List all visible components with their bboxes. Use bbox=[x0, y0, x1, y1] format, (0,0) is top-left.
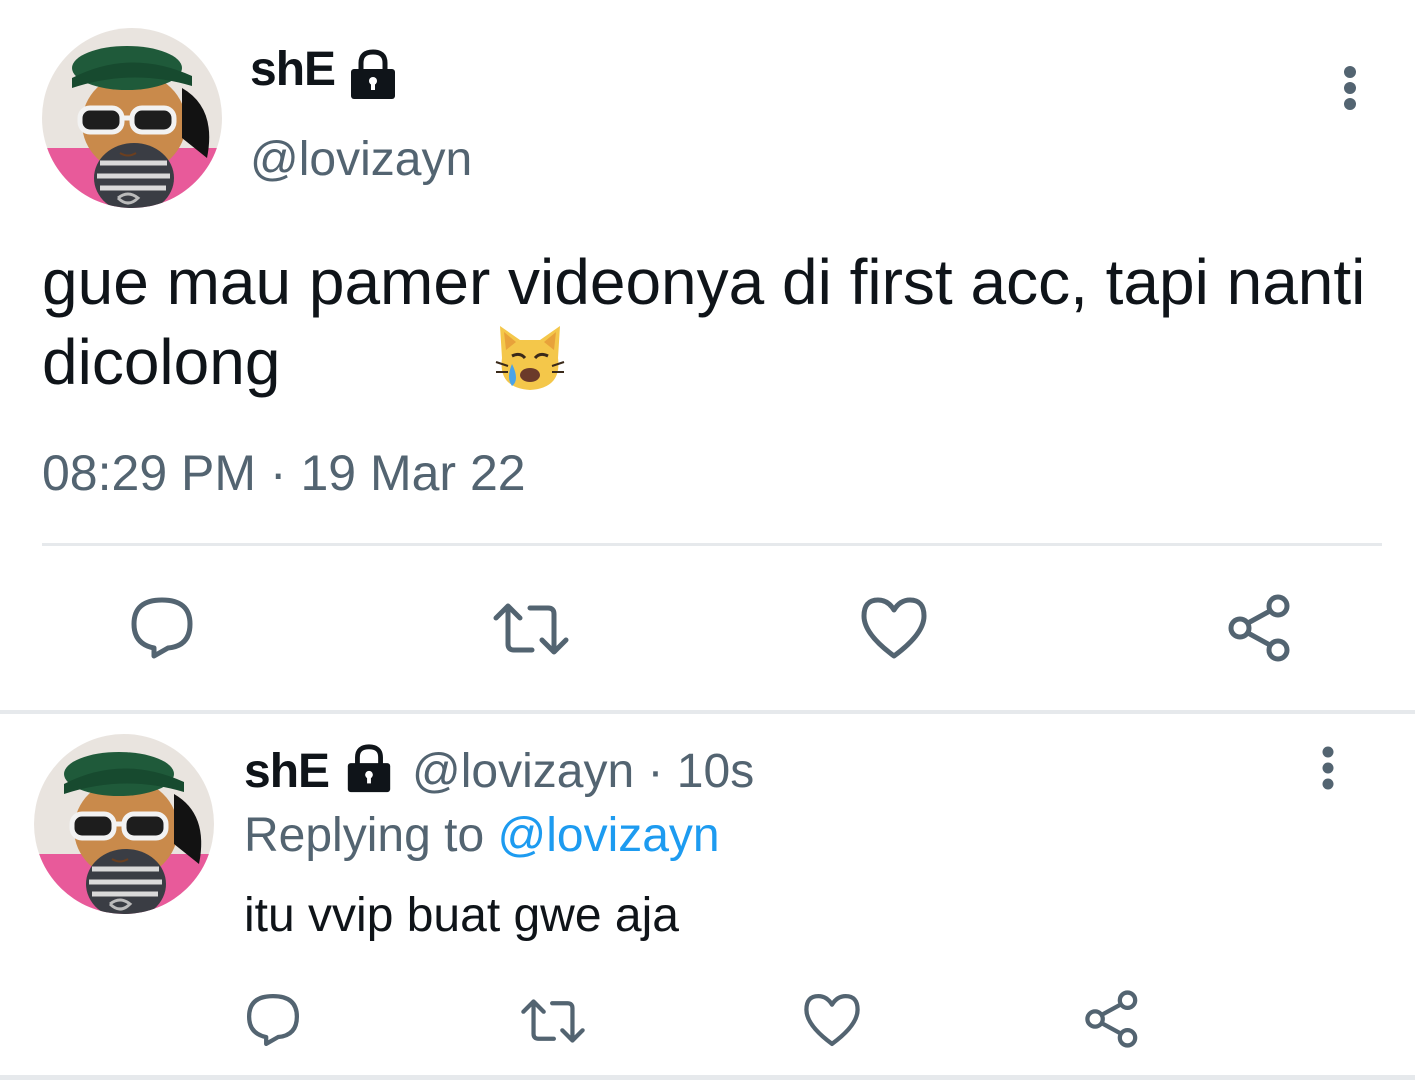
reply-author-name-wrap: shE bbox=[244, 745, 330, 798]
share-icon[interactable] bbox=[1226, 594, 1296, 667]
like-icon[interactable] bbox=[803, 992, 861, 1053]
replying-to-label: Replying to bbox=[244, 809, 485, 862]
reply-text: itu vvip buat gwe aja bbox=[244, 889, 679, 942]
share-icon[interactable] bbox=[1083, 990, 1143, 1053]
divider bbox=[0, 1075, 1415, 1080]
divider bbox=[42, 543, 1382, 546]
reply-time[interactable]: · 10s bbox=[647, 745, 754, 798]
more-options-icon[interactable] bbox=[1313, 742, 1343, 803]
lock-icon bbox=[343, 742, 395, 799]
tweet-text: gue mau pamer videonya di first acc, tap… bbox=[42, 246, 1366, 398]
replying-to: Replying to @lovizayn bbox=[244, 812, 720, 860]
author-handle[interactable]: @lovizayn bbox=[250, 136, 472, 184]
retweet-icon[interactable] bbox=[520, 996, 586, 1051]
tweet-timestamp[interactable]: 08:29 PM · 19 Mar 22 bbox=[42, 448, 526, 498]
reply-meta: @lovizayn · 10s bbox=[412, 748, 754, 796]
author-avatar[interactable] bbox=[42, 28, 222, 208]
crying-cat-face-icon bbox=[492, 318, 568, 399]
reply-author-handle[interactable]: @lovizayn bbox=[412, 745, 634, 798]
more-options-icon[interactable] bbox=[1335, 60, 1365, 125]
reply-author-avatar[interactable] bbox=[34, 734, 214, 914]
reply-icon[interactable] bbox=[244, 992, 302, 1053]
reply-author-name[interactable]: shE bbox=[244, 745, 330, 798]
like-icon[interactable] bbox=[860, 596, 928, 665]
section-divider bbox=[0, 710, 1415, 714]
lock-icon bbox=[346, 47, 400, 106]
author-name[interactable]: shE bbox=[250, 46, 336, 94]
reply-icon[interactable] bbox=[128, 596, 196, 665]
replying-to-handle[interactable]: @lovizayn bbox=[497, 809, 719, 862]
retweet-icon[interactable] bbox=[492, 600, 570, 663]
tweet-detail-page: shE @lovizayn gue mau pamer videonya di … bbox=[0, 0, 1415, 1080]
